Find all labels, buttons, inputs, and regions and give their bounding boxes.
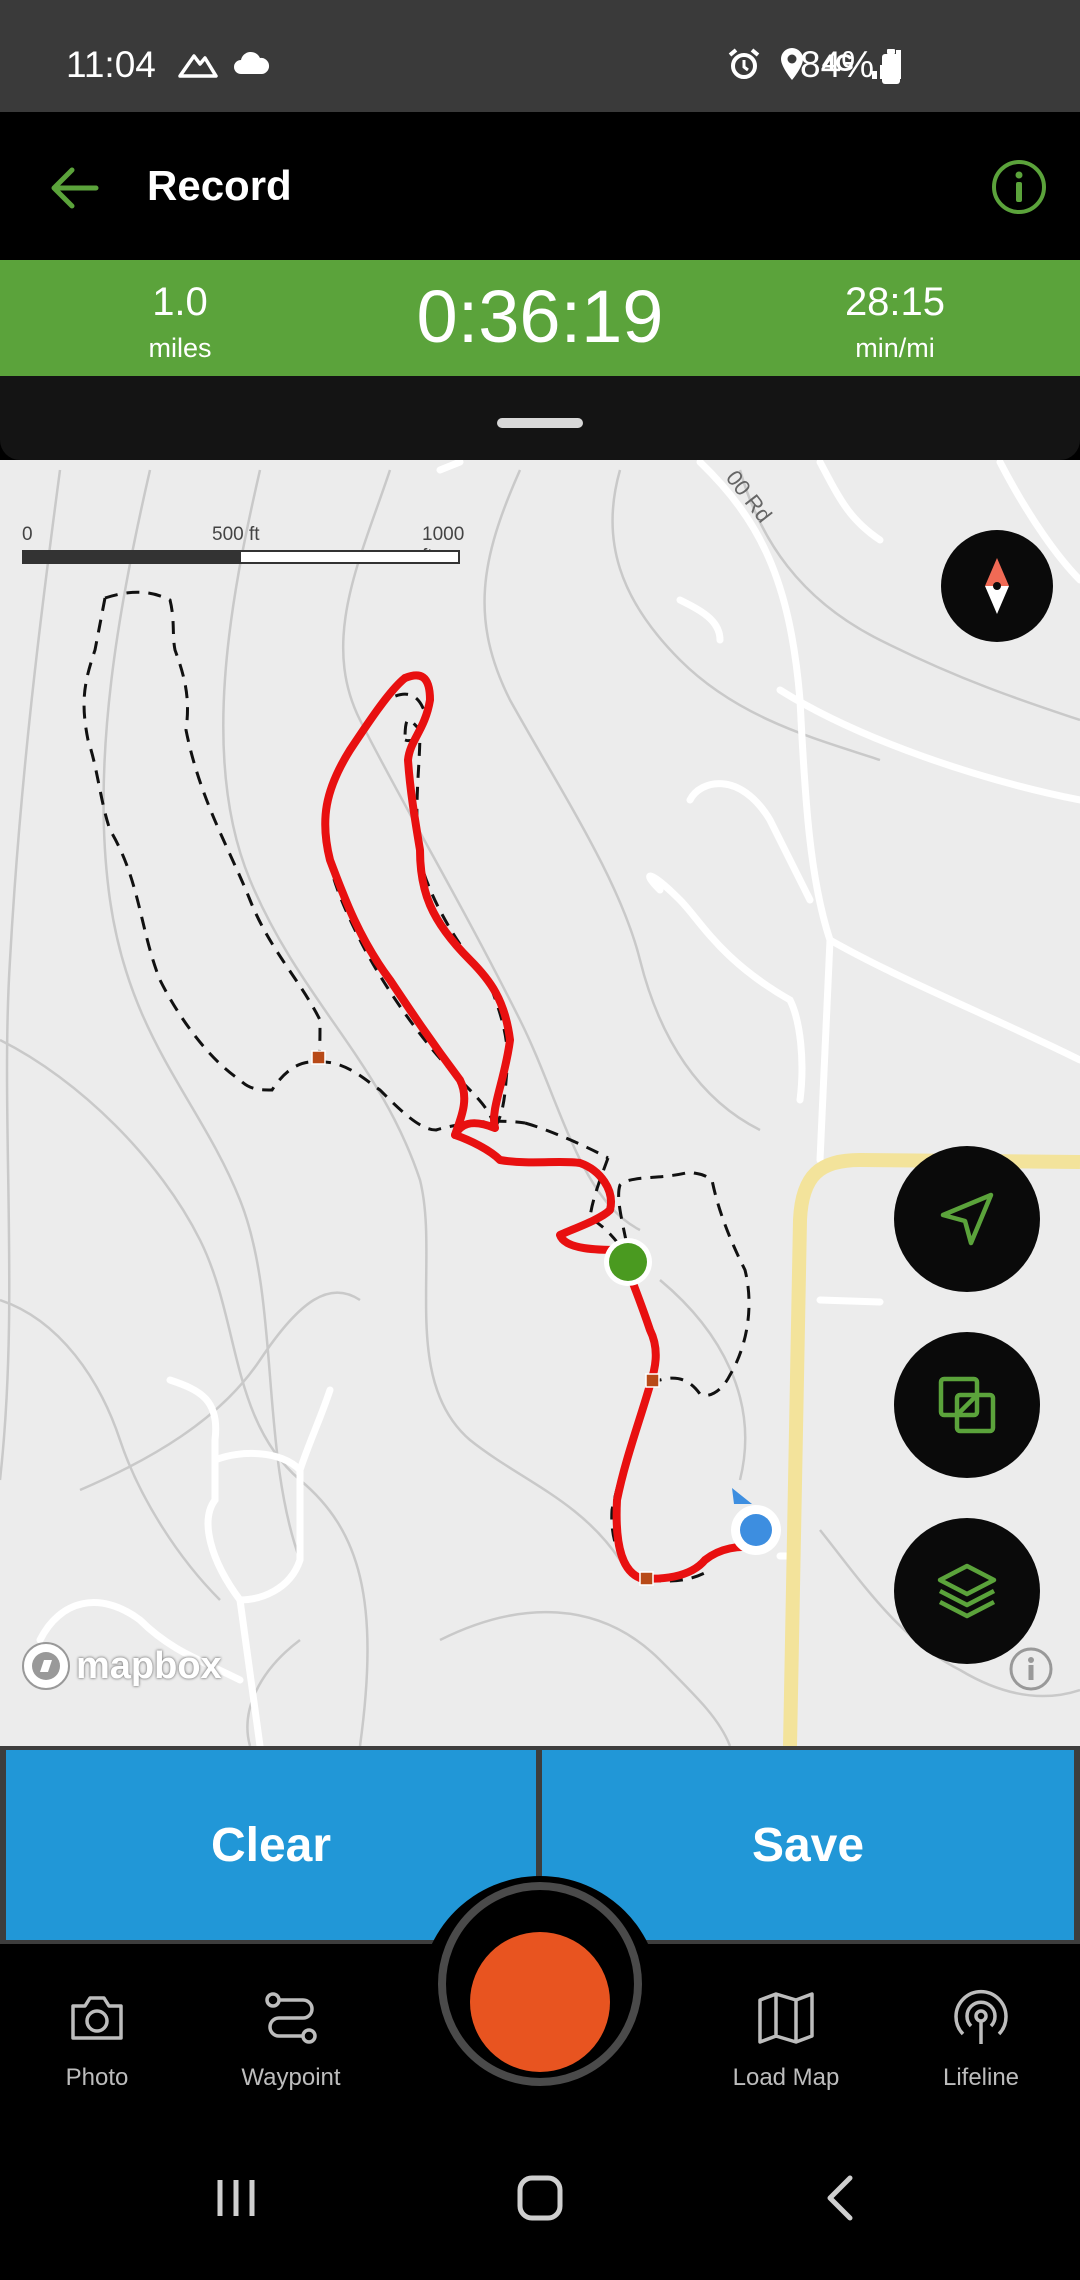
camera-icon xyxy=(71,1996,123,2040)
pace-unit: min/mi xyxy=(855,333,935,363)
scale-bar-graphic xyxy=(22,550,460,564)
distance-value: 1.0 xyxy=(152,280,208,324)
cloud-icon xyxy=(234,51,270,74)
elapsed-time: 0:36:19 xyxy=(416,275,664,358)
nav-waypoint-label: Waypoint xyxy=(241,2064,341,2091)
drawer-handle[interactable] xyxy=(497,418,583,428)
locate-button[interactable] xyxy=(894,1146,1040,1292)
mountain-icon xyxy=(178,54,218,78)
heading-indicator xyxy=(732,1488,752,1504)
map-icon xyxy=(758,1992,814,2044)
mapbox-icon xyxy=(22,1642,70,1690)
battery-icon xyxy=(882,49,900,84)
record-icon[interactable] xyxy=(470,1932,610,2072)
back-arrow-icon[interactable] xyxy=(46,160,102,216)
distance-unit: miles xyxy=(148,333,212,363)
layers-button[interactable] xyxy=(894,1518,1040,1664)
nav-lifeline-label: Lifeline xyxy=(942,2064,1020,2091)
layers-icon xyxy=(937,1563,997,1619)
lifeline-icon xyxy=(954,1989,1008,2044)
compass-button[interactable] xyxy=(941,530,1053,642)
recorded-track xyxy=(321,671,759,1583)
recent-apps-icon[interactable] xyxy=(196,2158,276,2238)
mapbox-attribution: mapbox xyxy=(76,1644,222,1687)
status-notification-icons xyxy=(178,50,270,80)
mapbox-logo: mapbox xyxy=(20,1640,222,1692)
map-info-icon[interactable] xyxy=(1008,1646,1054,1692)
system-nav-bar xyxy=(0,2102,1080,2280)
scale-mid: 500 ft xyxy=(212,524,260,545)
pace-value: 28:15 xyxy=(844,280,946,324)
info-icon[interactable] xyxy=(990,158,1048,216)
stats-drawer[interactable] xyxy=(0,376,1080,460)
compass-icon xyxy=(985,558,1009,614)
offline-maps-button[interactable] xyxy=(894,1332,1040,1478)
waypoint-icon xyxy=(265,1992,317,2044)
nav-photo[interactable]: Photo xyxy=(17,1986,177,2092)
navigation-arrow-icon xyxy=(940,1192,994,1246)
elapsed-time-stat: 0:36:19 xyxy=(390,274,690,359)
scale-start: 0 xyxy=(22,524,33,545)
nav-lifeline[interactable]: Lifeline xyxy=(901,1986,1061,2092)
map-download-icon xyxy=(938,1376,996,1434)
nav-photo-label: Photo xyxy=(65,2064,129,2091)
system-back-icon[interactable] xyxy=(802,2158,882,2238)
page-title: Record xyxy=(147,162,292,209)
trail-waypoints xyxy=(311,1050,660,1586)
nav-load-map[interactable]: Load Map xyxy=(706,1986,866,2092)
map-scale: 0 500 ft 1000 ft xyxy=(22,524,464,584)
stats-bar: 1.0 miles 0:36:19 28:15 min/mi xyxy=(0,260,1080,376)
nav-load-map-label: Load Map xyxy=(732,2064,840,2091)
status-bar: 11:04 4G 84% xyxy=(0,0,1080,112)
nav-waypoint[interactable]: Waypoint xyxy=(211,1986,371,2092)
home-icon[interactable] xyxy=(500,2158,580,2238)
battery-level: 84% xyxy=(800,44,875,85)
alarm-icon xyxy=(728,48,760,79)
app-header: Record xyxy=(0,112,1080,260)
status-time: 11:04 xyxy=(66,44,156,85)
distance-stat: 1.0 miles xyxy=(120,280,240,364)
pace-stat: 28:15 min/mi xyxy=(820,280,970,364)
